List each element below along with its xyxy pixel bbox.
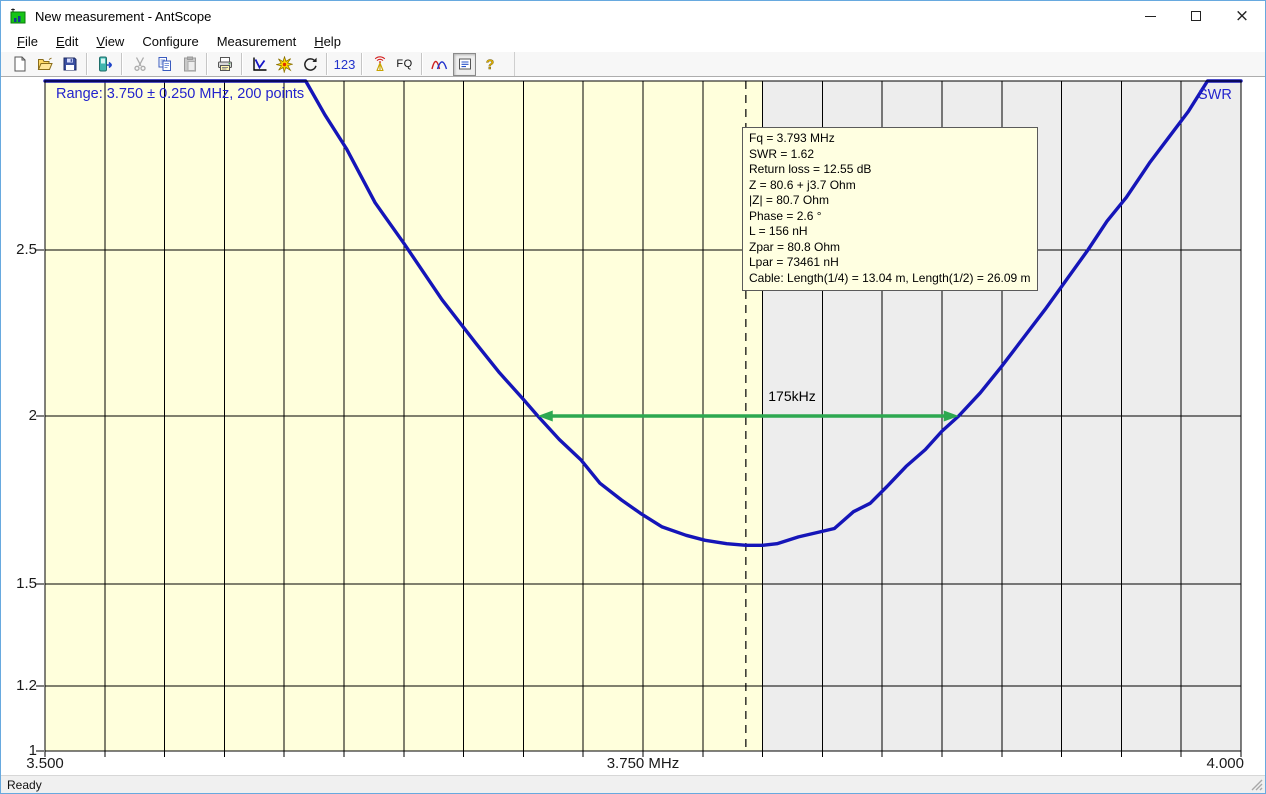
help-button[interactable]: ? bbox=[478, 53, 501, 76]
cut-scissors-icon bbox=[132, 56, 148, 72]
menu-item[interactable]: View bbox=[87, 32, 133, 51]
refresh-icon bbox=[302, 56, 318, 72]
range-readout: Range: 3.750 ± 0.250 MHz, 200 points bbox=[56, 86, 304, 102]
frequency-button[interactable]: FQ bbox=[393, 53, 416, 76]
y-tick-label: 2 bbox=[1, 406, 37, 426]
new-document-icon bbox=[12, 56, 28, 72]
toolbar-separator bbox=[206, 53, 208, 75]
svg-text:?: ? bbox=[485, 56, 494, 72]
tooltip-line: Phase = 2.6 ° bbox=[749, 209, 1031, 225]
x-tick-label: 4.000 bbox=[1206, 755, 1244, 773]
antenna-button[interactable] bbox=[368, 53, 391, 76]
close-icon: × bbox=[1235, 8, 1249, 25]
copy-button[interactable] bbox=[153, 53, 176, 76]
refresh-button[interactable] bbox=[298, 53, 321, 76]
data-list-button[interactable] bbox=[453, 53, 476, 76]
title-bar[interactable]: New measurement - AntScope × bbox=[1, 1, 1265, 31]
menu-item[interactable]: Configure bbox=[133, 32, 207, 51]
chart-panel: Range: 3.750 ± 0.250 MHz, 200 points SWR… bbox=[1, 77, 1265, 775]
stop-burst-icon bbox=[276, 56, 293, 73]
minimize-button[interactable] bbox=[1127, 1, 1173, 31]
open-folder-icon bbox=[37, 56, 53, 72]
tooltip-line: Zpar = 80.8 Ohm bbox=[749, 240, 1031, 256]
menu-item[interactable]: Help bbox=[305, 32, 350, 51]
toolbar-separator bbox=[421, 53, 423, 75]
dual-trace-button[interactable] bbox=[428, 53, 451, 76]
paste-clipboard-icon bbox=[182, 56, 198, 72]
toolbar-separator bbox=[86, 53, 88, 75]
tooltip-line: Return loss = 12.55 dB bbox=[749, 162, 1031, 178]
status-text: Ready bbox=[7, 778, 42, 792]
tooltip-line: L = 156 nH bbox=[749, 224, 1031, 240]
points-count-button[interactable]: 123 bbox=[333, 53, 356, 76]
toolbar-separator bbox=[361, 53, 363, 75]
close-button[interactable]: × bbox=[1219, 1, 1265, 31]
help-icon: ? bbox=[482, 56, 498, 72]
dual-trace-icon bbox=[431, 56, 449, 72]
connect-analyzer-button[interactable] bbox=[93, 53, 116, 76]
tooltip-line: Cable: Length(1/4) = 13.04 m, Length(1/2… bbox=[749, 271, 1031, 287]
resize-grip-icon[interactable] bbox=[1250, 778, 1263, 791]
cut-button[interactable] bbox=[128, 53, 151, 76]
menu-item[interactable]: Measurement bbox=[208, 32, 305, 51]
minimize-icon bbox=[1145, 16, 1156, 17]
window-title: New measurement - AntScope bbox=[35, 9, 211, 24]
app-window: New measurement - AntScope × FileEditVie… bbox=[0, 0, 1266, 794]
toolbar: 123 FQ bbox=[1, 52, 1265, 77]
x-tick-label: 3.750 MHz bbox=[583, 755, 703, 773]
y-tick-label: 1.2 bbox=[1, 676, 37, 696]
toolbar-separator bbox=[241, 53, 243, 75]
menu-item[interactable]: Edit bbox=[47, 32, 87, 51]
status-bar: Ready bbox=[1, 775, 1265, 793]
toolbar-separator bbox=[121, 53, 123, 75]
menu-bar: FileEditViewConfigureMeasurementHelp bbox=[1, 31, 1265, 52]
antenna-icon bbox=[372, 56, 388, 72]
menu-item[interactable]: File bbox=[8, 32, 47, 51]
data-list-icon bbox=[457, 56, 473, 72]
window-controls: × bbox=[1127, 1, 1265, 31]
swr-axis-label: SWR bbox=[1198, 87, 1232, 103]
x-tick-label: 3.500 bbox=[0, 755, 105, 773]
tooltip-line: Lpar = 73461 nH bbox=[749, 255, 1031, 271]
tooltip-line: |Z| = 80.7 Ohm bbox=[749, 193, 1031, 209]
toolbar-band-divider bbox=[514, 52, 515, 76]
maximize-icon bbox=[1191, 11, 1201, 21]
points-123-icon: 123 bbox=[334, 57, 356, 72]
open-file-button[interactable] bbox=[33, 53, 56, 76]
save-floppy-icon bbox=[62, 56, 78, 72]
tooltip-line: SWR = 1.62 bbox=[749, 147, 1031, 163]
tooltip-line: Fq = 3.793 MHz bbox=[749, 131, 1031, 147]
maximize-button[interactable] bbox=[1173, 1, 1219, 31]
swr-chart-button[interactable] bbox=[248, 53, 271, 76]
swr-chart-icon bbox=[252, 56, 268, 72]
stop-button[interactable] bbox=[273, 53, 296, 76]
antscope-app-icon bbox=[10, 8, 27, 24]
print-icon bbox=[217, 56, 233, 72]
new-file-button[interactable] bbox=[8, 53, 31, 76]
y-tick-label: 2.5 bbox=[1, 240, 37, 260]
y-tick-label: 1.5 bbox=[1, 574, 37, 594]
print-button[interactable] bbox=[213, 53, 236, 76]
tooltip-line: Z = 80.6 + j3.7 Ohm bbox=[749, 178, 1031, 194]
measurement-tooltip: Fq = 3.793 MHzSWR = 1.62Return loss = 12… bbox=[742, 127, 1038, 291]
bandwidth-label: 175kHz bbox=[742, 388, 842, 404]
connect-analyzer-icon bbox=[97, 56, 113, 72]
copy-icon bbox=[157, 56, 173, 72]
toolbar-separator bbox=[326, 53, 328, 75]
paste-button[interactable] bbox=[178, 53, 201, 76]
save-button[interactable] bbox=[58, 53, 81, 76]
frequency-fq-icon: FQ bbox=[396, 58, 412, 70]
swr-plot[interactable] bbox=[31, 78, 1251, 768]
